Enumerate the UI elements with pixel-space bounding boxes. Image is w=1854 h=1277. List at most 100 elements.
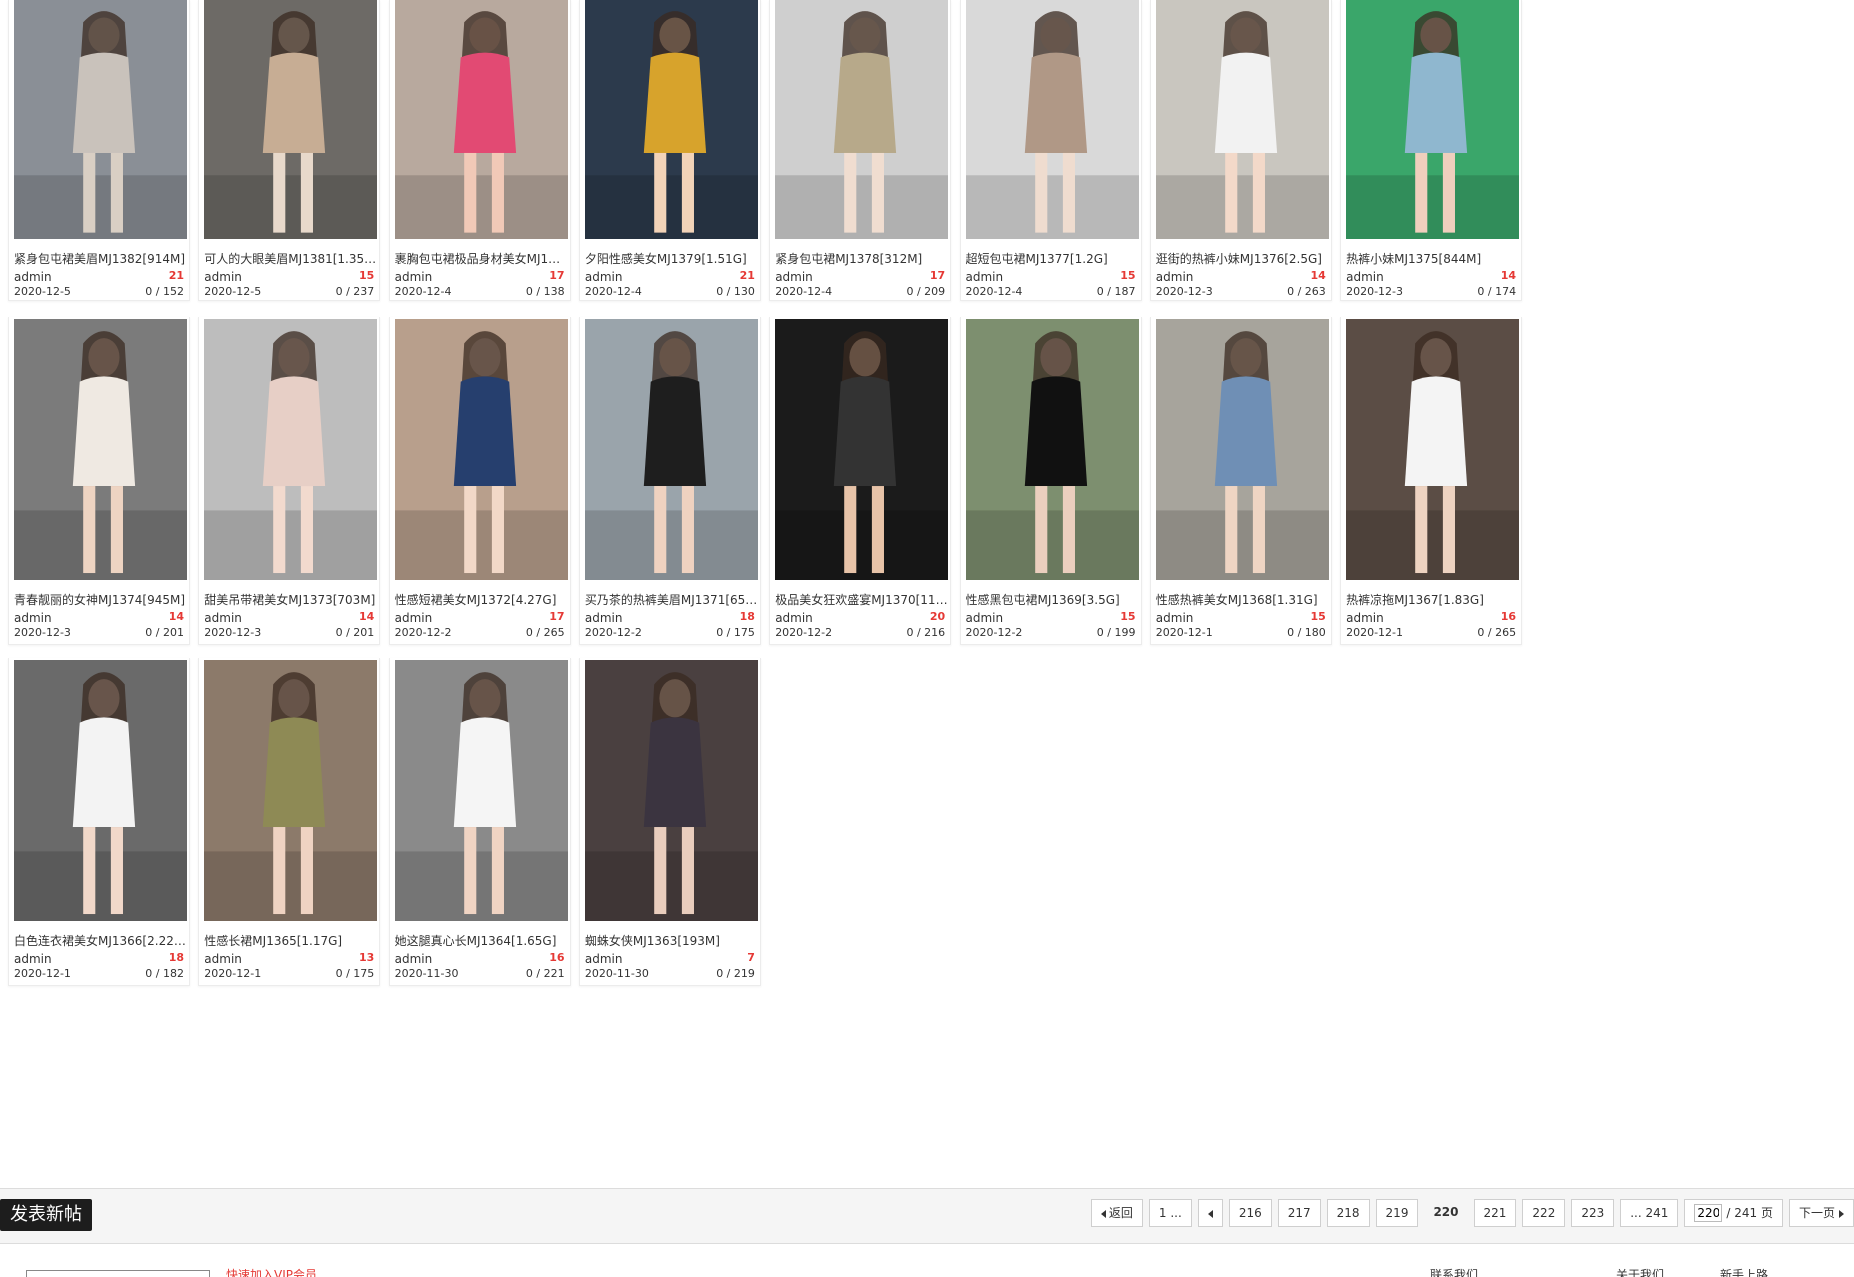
post-title[interactable]: 极品美女狂欢盛宴MJ1370[11.5G] <box>775 591 948 608</box>
post-thumbnail[interactable] <box>1155 0 1329 239</box>
back-button[interactable]: 返回 <box>1090 1199 1143 1227</box>
post-card[interactable]: 甜美吊带裙美女MJ1373[703M] admin 14 2020-12-3 0 / 2… <box>198 317 381 645</box>
post-title[interactable]: 甜美吊带裙美女MJ1373[703M] <box>204 591 377 608</box>
reply-count: 20 <box>929 610 946 623</box>
post-card[interactable]: 超短包屯裙MJ1377[1.2G] admin 15 2020-12-4 0 / 187 <box>959 0 1142 301</box>
post-title[interactable]: 逛街的热裤小妹MJ1376[2.5G] <box>1156 250 1329 267</box>
post-card[interactable]: 性感热裤美女MJ1368[1.31G] admin 15 2020-12-1 0 / 1… <box>1149 317 1332 645</box>
new-post-button[interactable]: 发表新帖 <box>0 1199 92 1231</box>
post-card[interactable]: 紧身包屯裙美眉MJ1382[914M] admin 21 2020-12-5 0 / 1… <box>8 0 190 301</box>
photo-image <box>14 319 187 580</box>
post-card[interactable]: 性感黑包屯裙MJ1369[3.5G] admin 15 2020-12-2 0 / 19… <box>959 317 1142 645</box>
post-thumbnail[interactable] <box>584 319 758 580</box>
post-author: admin <box>14 270 52 284</box>
page-link-216[interactable]: 216 <box>1228 1199 1272 1227</box>
post-thumbnail[interactable] <box>394 0 568 239</box>
post-thumbnail[interactable] <box>965 319 1139 580</box>
first-page-link[interactable]: 1 ... <box>1148 1199 1192 1227</box>
post-thumbnail[interactable] <box>204 319 378 580</box>
post-card[interactable]: 她这腿真心长MJ1364[1.65G] admin 16 2020-11-30 0 / … <box>388 658 571 986</box>
post-author: admin <box>965 270 1004 284</box>
post-thumbnail[interactable] <box>775 0 949 239</box>
post-card[interactable]: 夕阳性感美女MJ1379[1.51G] admin 21 2020-12-4 0 / 1… <box>578 0 761 301</box>
post-title[interactable]: 性感短裙美女MJ1372[4.27G] <box>395 591 568 608</box>
view-count: 0 / 265 <box>1477 626 1517 639</box>
post-thumbnail[interactable] <box>1346 0 1520 239</box>
post-card[interactable]: 性感短裙美女MJ1372[4.27G] admin 17 2020-12-2 0 / 2… <box>388 317 571 645</box>
post-card[interactable]: 青春靓丽的女神MJ1374[945M] admin 14 2020-12-3 0 / 2… <box>8 317 190 645</box>
post-title[interactable]: 夕阳性感美女MJ1379[1.51G] <box>585 250 758 267</box>
vip-join-link[interactable]: 快速加入VIP会员 <box>226 1266 317 1277</box>
post-title[interactable]: 紧身包屯裙美眉MJ1382[914M] <box>14 250 187 267</box>
post-thumbnail[interactable] <box>1155 319 1329 580</box>
post-thumbnail[interactable] <box>204 0 378 239</box>
post-card[interactable]: 热裤小妹MJ1375[844M] admin 14 2020-12-3 0 / 174 <box>1340 0 1523 301</box>
post-card[interactable]: 白色连衣裙美女MJ1366[2.22G] admin 18 2020-12-1 0 / … <box>8 658 190 986</box>
next-page-button[interactable]: 下一页 <box>1788 1199 1854 1227</box>
post-thumbnail[interactable] <box>584 0 758 239</box>
photo-image <box>584 319 758 580</box>
post-thumbnail[interactable] <box>14 660 187 921</box>
post-date: 2020-11-30 <box>584 967 649 980</box>
post-title[interactable]: 蜘蛛女侠MJ1363[193M] <box>585 932 758 949</box>
post-thumbnail[interactable] <box>1346 319 1520 580</box>
reply-count: 14 <box>1500 269 1517 282</box>
post-card[interactable]: 热裤凉拖MJ1367[1.83G] admin 16 2020-12-1 0 / 265 <box>1340 317 1523 645</box>
newbie-link[interactable]: 新手上路 <box>1720 1266 1768 1277</box>
photo-image <box>965 0 1139 239</box>
post-title[interactable]: 白色连衣裙美女MJ1366[2.22G] <box>14 932 187 949</box>
post-card[interactable]: 逛街的热裤小妹MJ1376[2.5G] admin 14 2020-12-3 0 / 2… <box>1149 0 1332 301</box>
post-title[interactable]: 超短包屯裙MJ1377[1.2G] <box>966 250 1139 267</box>
post-title[interactable]: 性感长裙MJ1365[1.17G] <box>204 932 377 949</box>
post-title[interactable]: 紧身包屯裙MJ1378[312M] <box>775 250 948 267</box>
photo-image <box>584 0 758 239</box>
post-title[interactable]: 她这腿真心长MJ1364[1.65G] <box>395 932 568 949</box>
page-link-221[interactable]: 221 <box>1473 1199 1517 1227</box>
post-date: 2020-12-3 <box>1155 285 1213 298</box>
post-card[interactable]: 裹胸包屯裙极品身材美女MJ1380[2.… admin 17 2020-12-4 0 /… <box>388 0 571 301</box>
post-title[interactable]: 热裤小妹MJ1375[844M] <box>1346 250 1519 267</box>
page-jump-input[interactable] <box>1694 1204 1723 1222</box>
page-link-220[interactable]: 220 <box>1424 1199 1467 1227</box>
reply-count: 16 <box>549 951 565 964</box>
reply-count: 17 <box>549 610 565 623</box>
post-thumbnail[interactable] <box>965 0 1139 239</box>
view-count: 0 / 187 <box>1096 285 1136 298</box>
post-date: 2020-12-1 <box>204 967 262 980</box>
contact-link[interactable]: 联系我们 <box>1430 1266 1478 1277</box>
post-card[interactable]: 可人的大眼美眉MJ1381[1.35G] admin 15 2020-12-5 0 / … <box>198 0 381 301</box>
post-title[interactable]: 性感黑包屯裙MJ1369[3.5G] <box>966 591 1139 608</box>
post-title[interactable]: 性感热裤美女MJ1368[1.31G] <box>1156 591 1329 608</box>
post-thumbnail[interactable] <box>394 660 568 921</box>
post-title[interactable]: 可人的大眼美眉MJ1381[1.35G] <box>204 250 377 267</box>
page-link-217[interactable]: 217 <box>1277 1199 1321 1227</box>
post-thumbnail[interactable] <box>584 660 758 921</box>
post-thumbnail[interactable] <box>394 319 568 580</box>
post-title[interactable]: 买乃茶的热裤美眉MJ1371[650M] <box>585 591 758 608</box>
last-page-link[interactable]: ... 241 <box>1620 1199 1679 1227</box>
post-card[interactable]: 蜘蛛女侠MJ1363[193M] admin 7 2020-11-30 0 / 219 <box>578 658 761 986</box>
post-thumbnail[interactable] <box>14 319 187 580</box>
page-link-223[interactable]: 223 <box>1571 1199 1615 1227</box>
post-title[interactable]: 青春靓丽的女神MJ1374[945M] <box>14 591 187 608</box>
post-card[interactable]: 极品美女狂欢盛宴MJ1370[11.5G] admin 20 2020-12-2 0 /… <box>769 317 952 645</box>
post-author: admin <box>394 270 433 284</box>
photo-image <box>1155 0 1329 239</box>
post-title[interactable]: 裹胸包屯裙极品身材美女MJ1380[2.… <box>395 250 568 267</box>
prev-page-button[interactable] <box>1197 1199 1223 1227</box>
post-thumbnail[interactable] <box>775 319 949 580</box>
post-card[interactable]: 买乃茶的热裤美眉MJ1371[650M] admin 18 2020-12-2 0 / … <box>578 317 761 645</box>
about-link[interactable]: 关于我们 <box>1616 1266 1664 1277</box>
post-title[interactable]: 热裤凉拖MJ1367[1.83G] <box>1346 591 1519 608</box>
reply-count: 15 <box>1120 269 1136 282</box>
photo-image <box>14 660 187 921</box>
view-count: 0 / 180 <box>1287 626 1326 639</box>
post-date: 2020-12-3 <box>204 626 262 639</box>
post-card[interactable]: 性感长裙MJ1365[1.17G] admin 13 2020-12-1 0 / 175 <box>198 658 381 986</box>
post-thumbnail[interactable] <box>204 660 378 921</box>
page-link-218[interactable]: 218 <box>1326 1199 1370 1227</box>
page-link-219[interactable]: 219 <box>1375 1199 1419 1227</box>
post-thumbnail[interactable] <box>14 0 187 239</box>
page-link-222[interactable]: 222 <box>1522 1199 1566 1227</box>
post-card[interactable]: 紧身包屯裙MJ1378[312M] admin 17 2020-12-4 0 / 209 <box>769 0 952 301</box>
